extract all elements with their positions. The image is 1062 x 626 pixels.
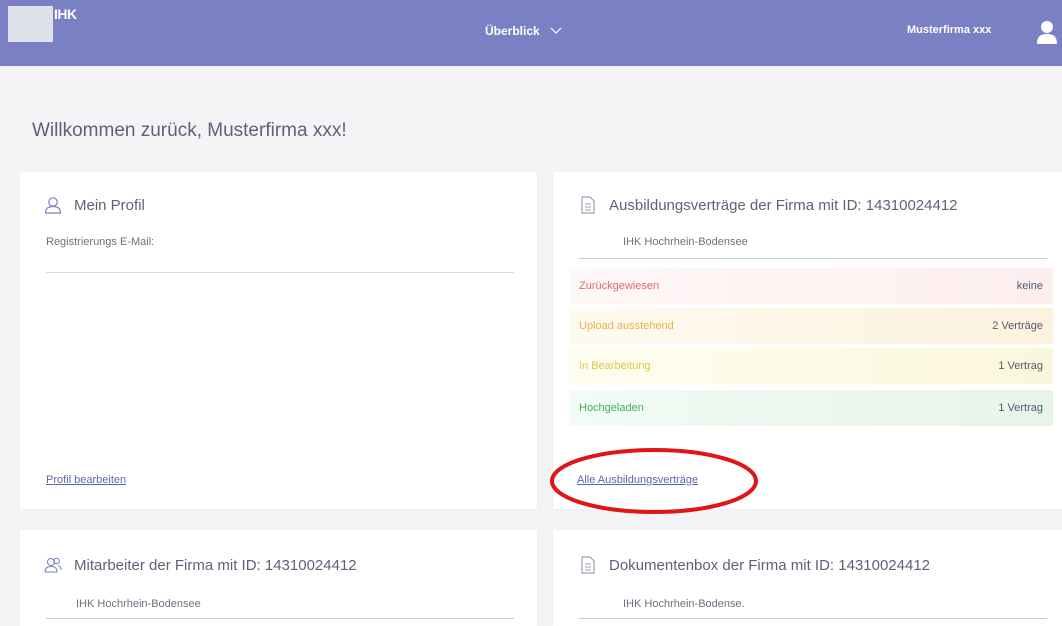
- organization-label: IHK Hochrhein-Bodensee: [76, 598, 201, 610]
- status-row-rejected[interactable]: Zurückgewiesen keine: [569, 268, 1053, 304]
- chevron-down-icon: [550, 27, 562, 34]
- status-count: 1 Vertrag: [998, 360, 1043, 372]
- registration-email-label: Registrierungs E-Mail:: [46, 236, 155, 248]
- user-name[interactable]: Musterfirma xxx: [907, 24, 991, 36]
- employees-card: Mitarbeiter der Firma mit ID: 1431002441…: [20, 530, 537, 626]
- profile-title-text: Mein Profil: [74, 196, 145, 214]
- status-row-upload-pending[interactable]: Upload ausstehend 2 Verträge: [569, 308, 1053, 344]
- highlight-circle-annotation: [550, 448, 758, 514]
- status-count: 2 Verträge: [992, 320, 1043, 332]
- divider: [579, 258, 1047, 259]
- profile-card-title: Mein Profil: [44, 196, 145, 214]
- divider: [579, 618, 1047, 619]
- organization-label: IHK Hochrhein-Bodense.: [623, 598, 745, 610]
- logo-image[interactable]: [8, 6, 53, 42]
- contracts-card-title: Ausbildungsverträge der Firma mit ID: 14…: [579, 196, 958, 214]
- divider: [46, 618, 514, 619]
- status-label: In Bearbeitung: [579, 360, 651, 372]
- top-navigation-bar: IHK Überblick Musterfirma xxx: [0, 0, 1062, 66]
- users-icon: [44, 557, 62, 573]
- profile-card: Mein Profil Registrierungs E-Mail: Profi…: [20, 172, 537, 509]
- divider: [46, 272, 514, 273]
- welcome-heading: Willkommen zurück, Musterfirma xxx!: [32, 120, 347, 141]
- document-icon: [581, 556, 595, 574]
- organization-label: IHK Hochrhein-Bodensee: [623, 236, 748, 248]
- documents-card: Dokumentenbox der Firma mit ID: 14310024…: [553, 530, 1062, 626]
- status-count: keine: [1016, 280, 1043, 292]
- logo-text: IHK: [54, 6, 77, 22]
- user-icon[interactable]: [1036, 20, 1058, 44]
- contracts-title-text: Ausbildungsverträge der Firma mit ID: 14…: [609, 196, 958, 214]
- status-count: 1 Vertrag: [998, 402, 1043, 414]
- status-label: Zurückgewiesen: [579, 280, 660, 292]
- documents-title-text: Dokumentenbox der Firma mit ID: 14310024…: [609, 556, 931, 574]
- status-row-uploaded[interactable]: Hochgeladen 1 Vertrag: [569, 390, 1053, 426]
- status-label: Hochgeladen: [579, 402, 644, 414]
- user-outline-icon: [44, 197, 62, 214]
- document-icon: [581, 196, 595, 214]
- status-label: Upload ausstehend: [579, 320, 674, 332]
- documents-card-title: Dokumentenbox der Firma mit ID: 14310024…: [579, 556, 930, 574]
- overview-label: Überblick: [485, 24, 540, 38]
- employees-card-title: Mitarbeiter der Firma mit ID: 1431002441…: [44, 556, 357, 574]
- status-row-in-progress[interactable]: In Bearbeitung 1 Vertrag: [569, 348, 1053, 384]
- employees-title-text: Mitarbeiter der Firma mit ID: 1431002441…: [74, 556, 357, 574]
- edit-profile-link[interactable]: Profil bearbeiten: [46, 474, 126, 486]
- overview-dropdown[interactable]: Überblick: [485, 24, 562, 38]
